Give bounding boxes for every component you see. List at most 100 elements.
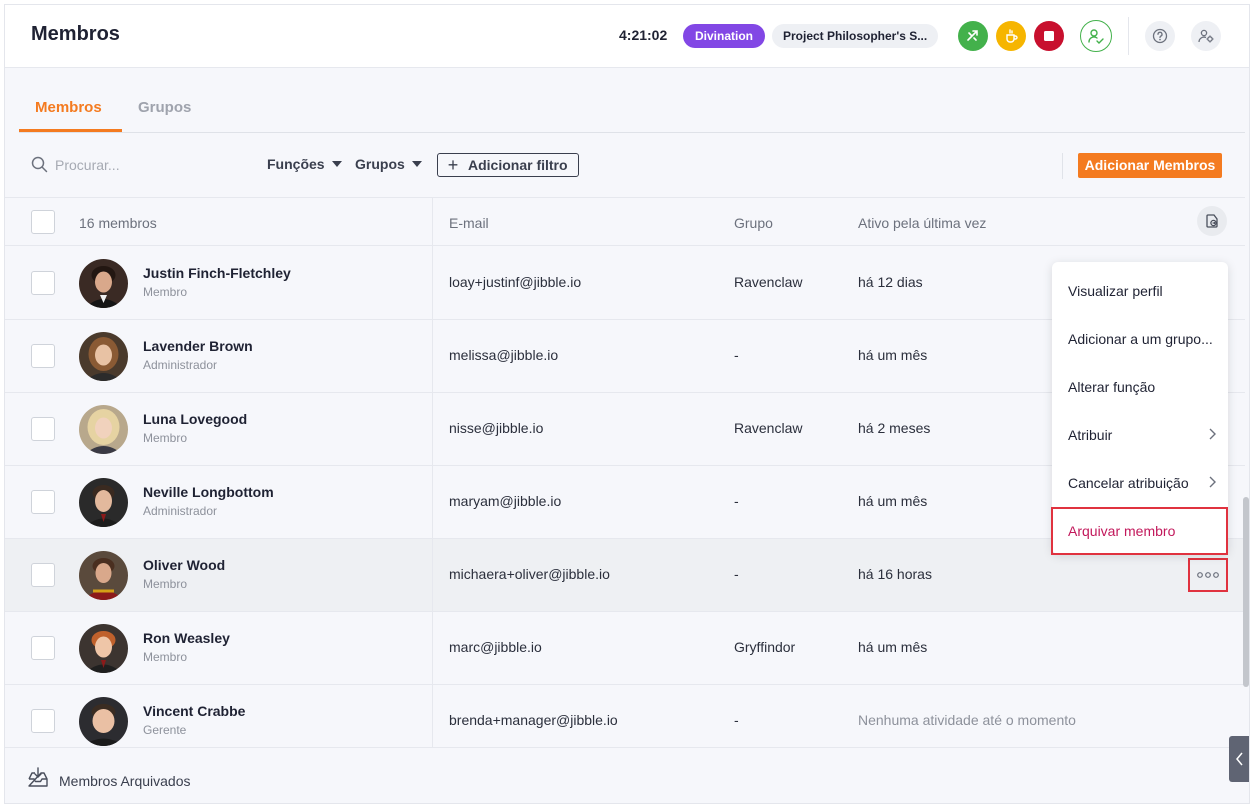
chevron-left-icon: [1236, 752, 1243, 766]
row-checkbox[interactable]: [31, 709, 55, 733]
member-email: marc@jibble.io: [449, 639, 542, 655]
menu-item-archive-member[interactable]: Arquivar membro: [1051, 507, 1228, 555]
member-count: 16 membros: [79, 215, 157, 231]
search-input[interactable]: [55, 153, 205, 177]
menu-item-add-to-group[interactable]: Adicionar a um grupo...: [1052, 315, 1228, 363]
column-header-last-active[interactable]: Ativo pela última vez: [858, 215, 986, 231]
caret-down-icon: [331, 161, 342, 167]
row-checkbox[interactable]: [31, 490, 55, 514]
tab-membros[interactable]: Membros: [35, 99, 102, 116]
row-actions-menu: Visualizar perfil Adicionar a um grupo..…: [1051, 262, 1228, 555]
break-button[interactable]: [996, 21, 1026, 51]
menu-item-label: Alterar função: [1068, 379, 1156, 395]
activity-badge[interactable]: Divination: [683, 24, 766, 48]
member-name[interactable]: Luna Lovegood: [143, 411, 247, 427]
column-header-email[interactable]: E-mail: [449, 215, 489, 231]
project-badge[interactable]: Project Philosopher's S...: [772, 24, 938, 48]
export-button[interactable]: [1197, 206, 1227, 236]
account-settings-button[interactable]: [1191, 21, 1221, 51]
member-group: Gryffindor: [734, 639, 796, 655]
row-checkbox[interactable]: [31, 636, 55, 660]
chevron-right-icon: [1209, 428, 1216, 440]
member-role: Administrador: [143, 358, 218, 372]
row-checkbox[interactable]: [31, 563, 55, 587]
avatar: [79, 624, 128, 673]
groups-filter-dropdown[interactable]: Grupos: [355, 156, 422, 172]
stop-icon: [1044, 31, 1054, 41]
column-header-group[interactable]: Grupo: [734, 215, 773, 231]
member-name[interactable]: Neville Longbottom: [143, 484, 274, 500]
member-last-active: há um mês: [858, 639, 928, 655]
member-role: Membro: [143, 431, 188, 445]
tab-divider: [19, 132, 1245, 133]
switch-activity-button[interactable]: [958, 21, 988, 51]
member-group: -: [734, 566, 739, 582]
member-last-active: há 16 horas: [858, 566, 932, 582]
member-group: Ravenclaw: [734, 420, 803, 436]
user-status-button[interactable]: [1080, 20, 1112, 52]
member-name[interactable]: Oliver Wood: [143, 557, 225, 573]
export-icon: [1206, 214, 1218, 228]
menu-item-label: Arquivar membro: [1068, 523, 1176, 539]
member-role: Administrador: [143, 504, 218, 518]
tab-grupos[interactable]: Grupos: [138, 99, 191, 116]
add-filter-label: Adicionar filtro: [468, 157, 568, 173]
filter-divider: [1062, 153, 1063, 179]
roles-filter-dropdown[interactable]: Funções: [267, 156, 342, 172]
row-checkbox[interactable]: [31, 271, 55, 295]
member-role: Gerente: [143, 723, 187, 737]
member-group: -: [734, 712, 739, 728]
member-name[interactable]: Ron Weasley: [143, 630, 230, 646]
avatar: [79, 332, 128, 381]
table-row[interactable]: Ron Weasley Membro marc@jibble.io Gryffi…: [5, 612, 1245, 685]
member-email: brenda+manager@jibble.io: [449, 712, 618, 728]
plus-icon: +: [447, 155, 459, 175]
menu-item-assign[interactable]: Atribuir: [1052, 411, 1228, 459]
groups-filter-label: Grupos: [355, 156, 405, 172]
coffee-icon: [1006, 29, 1018, 43]
user-settings-icon: [1198, 29, 1214, 43]
help-button[interactable]: [1145, 21, 1175, 51]
archived-members-link[interactable]: Membros Arquivados: [59, 773, 191, 789]
avatar: [79, 405, 128, 454]
row-actions-button[interactable]: [1188, 558, 1228, 592]
menu-item-label: Adicionar a um grupo...: [1068, 331, 1213, 347]
column-divider: [432, 197, 433, 750]
member-name[interactable]: Lavender Brown: [143, 338, 253, 354]
member-group: -: [734, 493, 739, 509]
member-email: maryam@jibble.io: [449, 493, 562, 509]
avatar: [79, 478, 128, 527]
member-last-active: há 12 dias: [858, 274, 923, 290]
member-name[interactable]: Justin Finch-Fletchley: [143, 265, 291, 281]
member-last-active: Nenhuma atividade até o momento: [858, 712, 1076, 728]
add-members-button[interactable]: Adicionar Membros: [1078, 153, 1222, 178]
search-icon: [31, 156, 48, 173]
app-frame: Membros 4:21:02 Divination Project Philo…: [4, 4, 1250, 804]
help-icon: [1152, 28, 1168, 44]
select-all-checkbox[interactable]: [31, 210, 55, 234]
scrollbar-thumb[interactable]: [1243, 497, 1249, 687]
member-name[interactable]: Vincent Crabbe: [143, 703, 245, 719]
avatar: [79, 551, 128, 600]
row-checkbox[interactable]: [31, 417, 55, 441]
page-title: Membros: [31, 23, 120, 45]
menu-item-label: Visualizar perfil: [1068, 283, 1163, 299]
member-group: Ravenclaw: [734, 274, 803, 290]
menu-item-view-profile[interactable]: Visualizar perfil: [1052, 267, 1228, 315]
add-filter-button[interactable]: + Adicionar filtro: [437, 153, 579, 177]
member-role: Membro: [143, 285, 188, 299]
roles-filter-label: Funções: [267, 156, 325, 172]
chevron-right-icon: [1209, 476, 1216, 488]
menu-item-unassign[interactable]: Cancelar atribuição: [1052, 459, 1228, 507]
member-last-active: há um mês: [858, 347, 928, 363]
member-email: melissa@jibble.io: [449, 347, 559, 363]
menu-item-change-role[interactable]: Alterar função: [1052, 363, 1228, 411]
member-email: nisse@jibble.io: [449, 420, 544, 436]
member-email: loay+justinf@jibble.io: [449, 274, 582, 290]
more-horizontal-icon: [1197, 572, 1219, 578]
switch-icon: [967, 30, 978, 41]
row-checkbox[interactable]: [31, 344, 55, 368]
collapse-panel-button[interactable]: [1229, 736, 1249, 782]
header-divider: [1128, 17, 1129, 55]
clock-out-button[interactable]: [1034, 21, 1064, 51]
